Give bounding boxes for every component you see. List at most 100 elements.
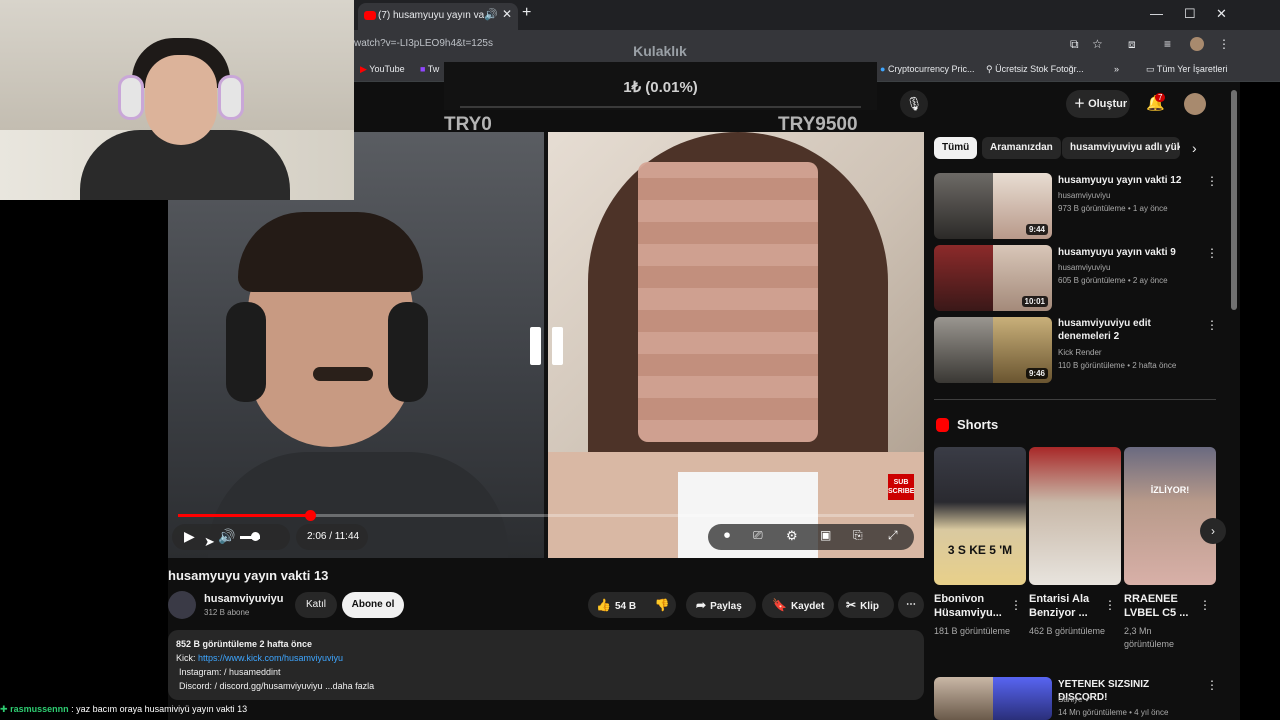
- more-actions-icon[interactable]: ⋯: [898, 592, 924, 618]
- media-control-icon[interactable]: ≡: [1164, 37, 1171, 51]
- rec-thumbnail[interactable]: 9:46: [934, 317, 1052, 383]
- cast-icon[interactable]: ⎘: [853, 528, 863, 543]
- channel-avatar[interactable]: [168, 591, 196, 619]
- short-thumbnail[interactable]: [1029, 447, 1121, 585]
- pixelated-face: [638, 162, 818, 442]
- maximize-icon[interactable]: ☐: [1184, 6, 1196, 22]
- short-title[interactable]: Ebonivon Hüsamviyu...: [934, 592, 1014, 620]
- bookmark-star-icon[interactable]: ☆: [1092, 37, 1103, 51]
- rec-menu-icon[interactable]: ⋮: [1206, 246, 1218, 260]
- profile-avatar[interactable]: [1190, 37, 1204, 51]
- rec-meta: 110 B görüntüleme • 2 hafta önce: [1058, 361, 1177, 370]
- rec-title[interactable]: husamyuyu yayın vakti 12: [1058, 174, 1200, 187]
- streamer-hair: [238, 212, 423, 292]
- miniplayer-icon[interactable]: ▣: [820, 528, 831, 542]
- instagram-line[interactable]: Instagram: / husameddint: [179, 667, 281, 677]
- webcam-overlay: [0, 0, 354, 200]
- bookmark-youtube[interactable]: ▶ YouTube: [360, 64, 405, 75]
- chevron-right-icon[interactable]: ›: [1192, 140, 1197, 156]
- tab-close-icon[interactable]: ✕: [502, 7, 512, 21]
- rec-channel[interactable]: husamviyuviyu: [1058, 190, 1110, 202]
- settings-gear-icon[interactable]: ⚙: [786, 528, 798, 544]
- shorts-next-icon[interactable]: ›: [1200, 518, 1226, 544]
- short-menu-icon[interactable]: ⋮: [1104, 598, 1116, 612]
- voice-search-icon[interactable]: 🎙: [900, 90, 928, 118]
- window-close-icon[interactable]: ✕: [1216, 6, 1227, 22]
- video-right-person: [548, 132, 924, 558]
- rec-menu-icon[interactable]: ⋮: [1206, 174, 1218, 188]
- thumbs-down-icon[interactable]: 👎: [655, 598, 670, 612]
- rec-menu-icon[interactable]: ⋮: [1206, 678, 1218, 692]
- short-title[interactable]: Entarisi Ala Benziyor ...: [1029, 592, 1109, 620]
- bookmark-crypto[interactable]: ● Cryptocurrency Pric...: [880, 64, 974, 74]
- bookmark-all-folder[interactable]: ▭ Tüm Yer İşaretleri: [1146, 64, 1227, 75]
- goal-heading: Kulaklık: [633, 43, 687, 59]
- short-thumbnail[interactable]: İZLİYOR!: [1124, 447, 1216, 585]
- url-text[interactable]: watch?v=-LI3pLEO9h4&t=125s: [354, 38, 493, 49]
- description-box[interactable]: 852 B görüntüleme 2 hafta önce Kick: htt…: [168, 630, 924, 700]
- share-button[interactable]: ➦ Paylaş: [686, 592, 756, 618]
- clip-label: Klip: [860, 601, 879, 612]
- thumbs-up-icon[interactable]: 👍: [596, 598, 611, 612]
- kick-line: Kick: https://www.kick.com/husamviyuviyu: [176, 653, 343, 663]
- rec-menu-icon[interactable]: ⋮: [1206, 318, 1218, 332]
- short-views: 2,3 Mn görüntüleme: [1124, 626, 1175, 649]
- discord-text[interactable]: Discord: / discord.gg/husamviyuviyu: [179, 681, 323, 691]
- rec-channel[interactable]: husamviyuviyu: [1058, 262, 1110, 274]
- chip-all[interactable]: Tümü: [934, 137, 978, 159]
- minimize-icon[interactable]: —: [1150, 6, 1163, 21]
- install-app-icon[interactable]: ⧉: [1070, 37, 1079, 52]
- short-menu-icon[interactable]: ⋮: [1010, 598, 1022, 612]
- subscribe-watermark[interactable]: SUB SCRIBE: [888, 474, 914, 500]
- subtitles-icon[interactable]: ⎚: [753, 528, 763, 543]
- chip-from-search[interactable]: Aramanızdan: [982, 137, 1061, 159]
- browser-menu-icon[interactable]: ⋮: [1218, 37, 1230, 51]
- pause-indicator-icon[interactable]: [530, 327, 564, 365]
- goal-min-label: TRY0: [444, 114, 492, 135]
- short-thumbnail[interactable]: 3 S KE 5 'M: [934, 447, 1026, 585]
- rec-channel[interactable]: Kick Render: [1058, 347, 1102, 359]
- rec-thumbnail[interactable]: 9:44: [934, 173, 1052, 239]
- like-dislike-pill: 👍 54 B 👎: [588, 592, 676, 618]
- create-button[interactable]: ＋ Oluştur: [1066, 90, 1130, 118]
- headphone-left: [226, 302, 266, 402]
- volume-knob[interactable]: [251, 532, 260, 541]
- rec-channel-name[interactable]: Saniye: [1058, 695, 1082, 704]
- save-button[interactable]: 🔖 Kaydet: [762, 592, 834, 618]
- scrollbar-thumb[interactable]: [1231, 90, 1237, 310]
- volume-icon[interactable]: 🔊: [218, 528, 235, 545]
- browser-tab-active[interactable]: (7) husamyuyu yayın vakti 1 🔊 ✕: [358, 3, 518, 30]
- rec-thumbnail[interactable]: 10:01: [934, 245, 1052, 311]
- show-more-link[interactable]: ...daha fazla: [325, 681, 374, 691]
- subscribe-button[interactable]: Abone ol: [342, 592, 404, 618]
- bookmark-twitch[interactable]: ■ Tw: [420, 64, 439, 74]
- bookmark-stock-photos[interactable]: ⚲ Ücretsiz Stok Fotoğr...: [986, 64, 1084, 75]
- rec-title[interactable]: husamviyuviyu edit denemeleri 2: [1058, 317, 1200, 343]
- rec-thumbnail[interactable]: [934, 677, 1052, 720]
- like-count[interactable]: 54 B: [615, 601, 636, 612]
- kick-link[interactable]: https://www.kick.com/husamviyuviyu: [198, 653, 343, 663]
- screen-right-edge: [1240, 82, 1280, 720]
- bookmarks-overflow[interactable]: »: [1114, 64, 1119, 74]
- verified-icon: ✔: [1084, 695, 1092, 704]
- chip-uploaded-by[interactable]: husamviyuviyu adlı yükle: [1062, 137, 1180, 159]
- play-icon[interactable]: ▶: [184, 528, 195, 545]
- short-title[interactable]: RRAENEE LVBEL C5 ...: [1124, 592, 1204, 620]
- address-bar[interactable]: watch?v=-LI3pLEO9h4&t=125s ⧉ ☆ ⧈ ≡ ⋮: [354, 30, 1280, 58]
- extensions-icon[interactable]: ⧈: [1128, 37, 1136, 52]
- channel-name[interactable]: husamviyuviyu: [204, 593, 283, 605]
- autoplay-toggle-icon[interactable]: ⏺: [724, 528, 730, 543]
- fullscreen-icon[interactable]: ⤢: [888, 528, 898, 543]
- short-menu-icon[interactable]: ⋮: [1199, 598, 1211, 612]
- join-button[interactable]: Katıl: [295, 592, 337, 618]
- browser-tab-bar: (7) husamyuyu yayın vakti 1 🔊 ✕ + — ☐ ✕: [354, 0, 1280, 30]
- clip-button[interactable]: ✂ Klip: [838, 592, 894, 618]
- rec-title[interactable]: husamyuyu yayın vakti 9: [1058, 246, 1200, 259]
- speaker-icon[interactable]: 🔊: [484, 8, 498, 21]
- account-avatar[interactable]: [1184, 93, 1206, 115]
- new-tab-icon[interactable]: +: [522, 4, 531, 22]
- short-views: 462 B görüntüleme: [1029, 626, 1106, 636]
- rec-channel[interactable]: Saniye ✔: [1058, 694, 1091, 706]
- view-stats: 852 B görüntüleme 2 hafta önce: [176, 639, 313, 649]
- chat-message: ✚ rasmussennn : yaz bacım oraya husamivi…: [0, 704, 248, 714]
